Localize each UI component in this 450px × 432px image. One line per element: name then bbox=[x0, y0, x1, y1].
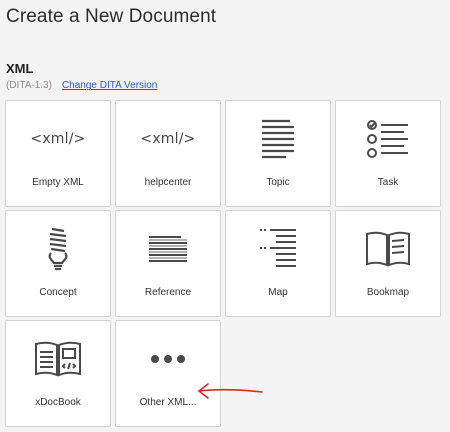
section-title: XML bbox=[6, 61, 34, 76]
reference-lines-icon bbox=[116, 227, 220, 271]
xml-icon: <xml/> bbox=[30, 131, 86, 147]
dita-version-row: (DITA-1.3) Change DITA Version bbox=[6, 80, 157, 91]
lightbulb-icon bbox=[6, 227, 110, 271]
map-tree-icon bbox=[226, 227, 330, 271]
template-card-concept[interactable]: Concept bbox=[5, 210, 111, 317]
docbook-icon bbox=[6, 337, 110, 381]
template-label: Bookmap bbox=[366, 287, 410, 298]
template-grid: <xml/> Empty XML <xml/> helpcenter Topic… bbox=[5, 100, 441, 427]
template-card-bookmap[interactable]: Bookmap bbox=[335, 210, 441, 317]
template-card-topic[interactable]: Topic bbox=[225, 100, 331, 207]
book-icon bbox=[336, 227, 440, 271]
template-card-helpcenter[interactable]: <xml/> helpcenter bbox=[115, 100, 221, 207]
dita-version-label: (DITA-1.3) bbox=[6, 80, 52, 91]
more-dots-icon bbox=[116, 337, 220, 381]
page-title: Create a New Document bbox=[6, 6, 217, 27]
template-label: Reference bbox=[144, 287, 192, 298]
template-label: helpcenter bbox=[144, 177, 192, 188]
template-label: Map bbox=[268, 287, 288, 298]
template-label: Empty XML bbox=[32, 177, 84, 188]
annotation-arrow-icon bbox=[197, 383, 263, 399]
template-label: Topic bbox=[266, 177, 290, 188]
template-card-empty-xml[interactable]: <xml/> Empty XML bbox=[5, 100, 111, 207]
template-label: xDocBook bbox=[35, 397, 81, 408]
template-card-xdocbook[interactable]: xDocBook bbox=[5, 320, 111, 427]
template-label: Concept bbox=[39, 287, 77, 298]
text-lines-icon bbox=[226, 117, 330, 161]
change-dita-version-link[interactable]: Change DITA Version bbox=[62, 80, 157, 91]
checklist-icon bbox=[336, 117, 440, 161]
template-card-reference[interactable]: Reference bbox=[115, 210, 221, 317]
template-label: Task bbox=[377, 177, 399, 188]
template-card-map[interactable]: Map bbox=[225, 210, 331, 317]
template-card-other-xml[interactable]: Other XML... bbox=[115, 320, 221, 427]
template-card-task[interactable]: Task bbox=[335, 100, 441, 207]
xml-icon: <xml/> bbox=[140, 131, 196, 147]
